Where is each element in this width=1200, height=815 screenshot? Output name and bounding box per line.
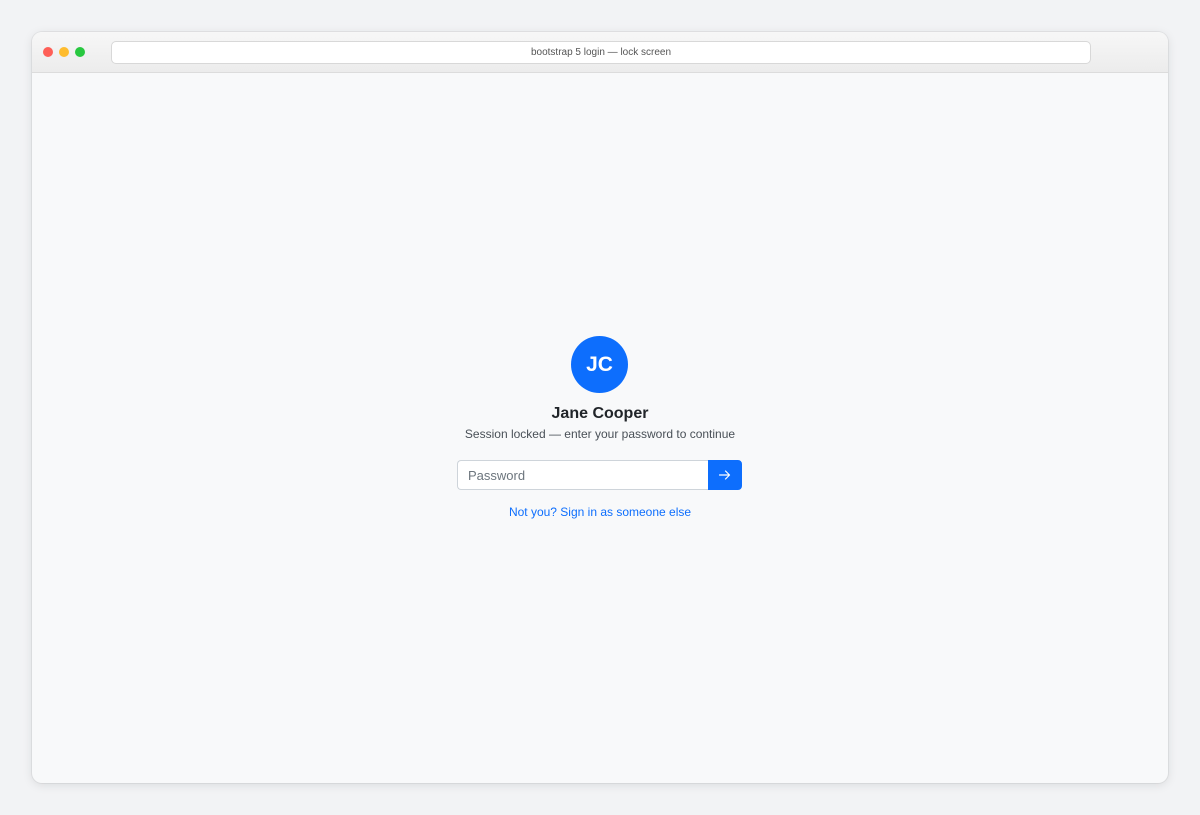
- lock-message: Session locked — enter your password to …: [464, 427, 736, 441]
- password-input-group: [457, 460, 742, 490]
- lock-screen: JC Jane Cooper Session locked — enter yo…: [32, 73, 1168, 783]
- password-input[interactable]: [457, 460, 708, 490]
- address-bar[interactable]: bootstrap 5 login — lock screen: [111, 41, 1091, 64]
- user-name: Jane Cooper: [551, 405, 649, 422]
- avatar: JC: [571, 336, 628, 393]
- switch-user-link[interactable]: Not you? Sign in as someone else: [32, 505, 1168, 519]
- close-window-button[interactable]: [43, 47, 53, 57]
- browser-titlebar: bootstrap 5 login — lock screen: [32, 32, 1168, 73]
- minimize-window-button[interactable]: [59, 47, 69, 57]
- browser-window: bootstrap 5 login — lock screen JC Jane …: [32, 32, 1168, 783]
- maximize-window-button[interactable]: [75, 47, 85, 57]
- unlock-submit-button[interactable]: [708, 460, 742, 490]
- arrow-right-icon: [709, 470, 741, 480]
